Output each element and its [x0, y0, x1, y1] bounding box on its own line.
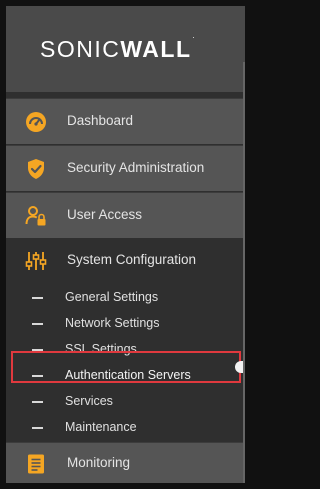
- subnav-item-services[interactable]: Services: [6, 389, 243, 415]
- dash-bullet-icon: [32, 297, 43, 299]
- dashboard-gauge-icon: [25, 111, 47, 133]
- subnav-item-label: General Settings: [65, 290, 159, 304]
- user-lock-icon: [25, 205, 47, 227]
- sonicwall-logo: SONICWALL.: [40, 31, 196, 63]
- sidebar: SONICWALL. Dashboard Security Administra…: [6, 6, 245, 483]
- subnav-item-label: Services: [65, 394, 113, 408]
- nav-item-dashboard[interactable]: Dashboard: [6, 98, 243, 144]
- sliders-icon: [25, 250, 47, 272]
- nav-item-user-access-label: User Access: [67, 207, 143, 222]
- nav-item-system-configuration[interactable]: System Configuration: [6, 238, 243, 284]
- nav-item-security-administration[interactable]: Security Administration: [6, 145, 243, 191]
- dash-bullet-icon: [32, 401, 43, 403]
- subnav-item-label: Maintenance: [65, 420, 137, 434]
- dash-bullet-icon: [32, 323, 43, 325]
- subnav-item-network-settings[interactable]: Network Settings: [6, 311, 243, 337]
- selection-highlight-box: [11, 351, 241, 383]
- nav-item-monitoring[interactable]: Monitoring: [6, 442, 243, 483]
- logo-area: SONICWALL.: [6, 6, 245, 92]
- sidebar-scroll-track[interactable]: [243, 62, 245, 483]
- nav-item-dashboard-label: Dashboard: [67, 113, 134, 128]
- document-list-icon: [25, 453, 47, 475]
- logo-mark: .: [192, 31, 197, 41]
- nav-item-monitoring-label: Monitoring: [67, 455, 131, 470]
- dash-bullet-icon: [32, 427, 43, 429]
- nav-item-system-configuration-label: System Configuration: [67, 252, 197, 267]
- subnav-item-general-settings[interactable]: General Settings: [6, 285, 243, 311]
- logo-text-bold: WALL: [120, 36, 192, 62]
- subnav-item-label: Network Settings: [65, 316, 160, 330]
- logo-text-thin: SONIC: [40, 36, 121, 62]
- shield-check-icon: [25, 158, 47, 180]
- nav-item-user-access[interactable]: User Access: [6, 192, 243, 238]
- scroll-handle[interactable]: [235, 361, 243, 373]
- subnav-item-maintenance[interactable]: Maintenance: [6, 415, 243, 441]
- nav-item-security-administration-label: Security Administration: [67, 160, 205, 175]
